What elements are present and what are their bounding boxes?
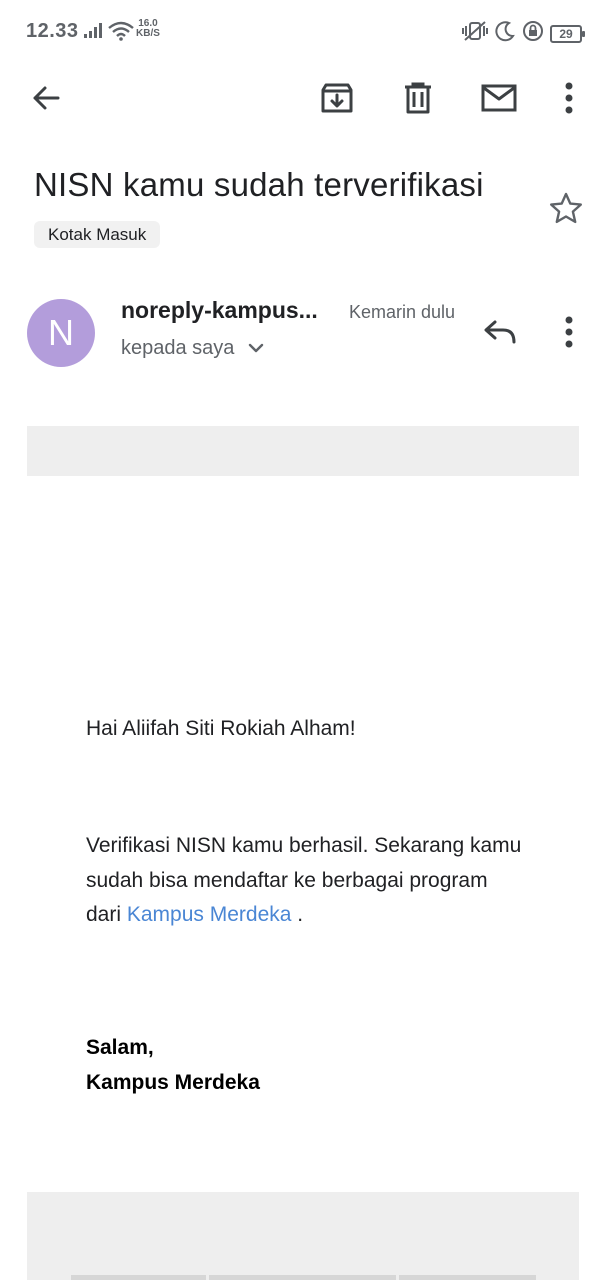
email-toolbar <box>0 64 606 136</box>
email-greeting: Hai Aliifah Siti Rokiah Alham! <box>86 717 356 740</box>
avatar-letter: N <box>48 312 74 353</box>
mark-unread-button[interactable] <box>475 76 523 124</box>
kampus-merdeka-link[interactable]: Kampus Merdeka <box>127 903 292 926</box>
recipient-text: kepada saya <box>121 337 235 359</box>
archive-icon <box>320 81 354 120</box>
email-header-banner <box>27 426 579 476</box>
signoff-sender: Kampus Merdeka <box>86 1071 260 1094</box>
email-signoff: Salam, Kampus Merdeka <box>86 1030 260 1100</box>
archive-button[interactable] <box>313 76 361 124</box>
more-options-button[interactable] <box>545 76 593 124</box>
more-vert-icon <box>564 82 574 119</box>
message-end: . <box>291 903 304 926</box>
vibrate-icon <box>462 20 488 47</box>
status-bar: 12.33 16.0 KB/S 29 <box>0 0 606 64</box>
wifi-icon <box>108 21 134 46</box>
chevron-down-icon <box>248 337 264 360</box>
label-chip-inbox[interactable]: Kotak Masuk <box>34 221 161 248</box>
cell-signal-icon <box>84 22 104 43</box>
mail-icon <box>481 83 517 118</box>
status-icons-right: 29 <box>462 20 585 47</box>
message-more-button[interactable] <box>545 310 593 358</box>
rotation-lock-icon <box>522 20 544 47</box>
sender-name[interactable]: noreply-kampus... <box>121 297 318 324</box>
sender-avatar[interactable]: N <box>27 299 95 367</box>
battery-level: 29 <box>559 26 573 41</box>
star-outline-icon <box>549 192 583 229</box>
star-button[interactable] <box>546 190 586 230</box>
network-speed: 16.0 KB/S <box>136 19 160 39</box>
email-subject: NISN kamu sudah terverifikasi <box>34 166 484 203</box>
footer-divider <box>209 1275 396 1280</box>
speed-unit: KB/S <box>136 28 160 39</box>
do-not-disturb-moon-icon <box>494 20 516 47</box>
trash-icon <box>401 81 435 120</box>
recipient-details-toggle[interactable]: kepada saya <box>121 337 264 360</box>
more-vert-icon <box>564 316 574 353</box>
delete-button[interactable] <box>394 76 442 124</box>
email-date: Kemarin dulu <box>349 302 456 322</box>
arrow-left-icon <box>30 82 62 119</box>
reply-button[interactable] <box>476 310 524 358</box>
reply-icon <box>483 319 517 350</box>
email-message: Verifikasi NISN kamu berhasil. Sekarang … <box>86 829 526 933</box>
label-chip-text: Kotak Masuk <box>48 225 147 244</box>
email-footer-banner <box>27 1192 579 1280</box>
footer-divider <box>399 1275 536 1280</box>
footer-divider <box>71 1275 206 1280</box>
battery-indicator: 29 <box>550 24 585 43</box>
back-button[interactable] <box>22 76 70 124</box>
status-time: 12.33 <box>26 20 79 42</box>
signoff-salutation: Salam, <box>86 1036 154 1059</box>
